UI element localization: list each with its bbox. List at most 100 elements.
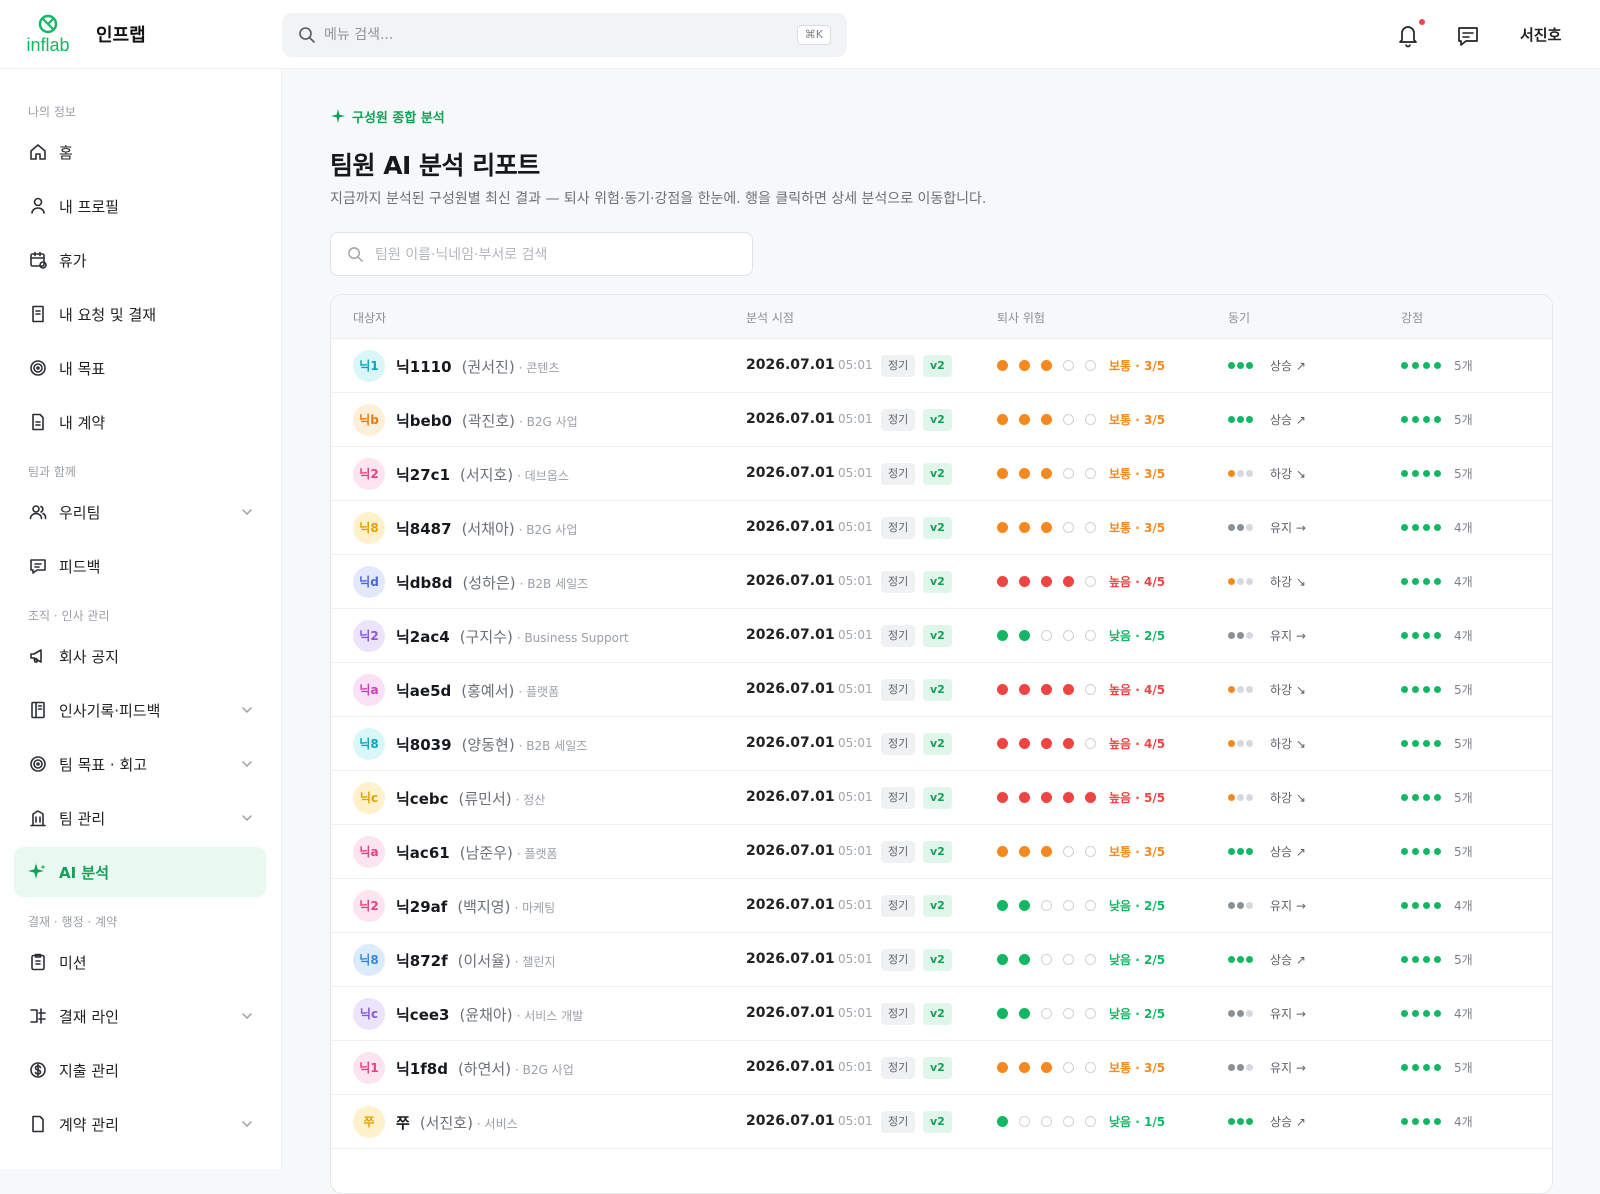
member-real-name: (백지영)	[457, 898, 511, 916]
risk-dot	[1085, 954, 1096, 965]
chevron-down-icon[interactable]	[240, 1117, 254, 1131]
risk-dot	[1041, 954, 1052, 965]
table-row[interactable]: 닉1 닉1f8d (하연서) · B2G 사업 2026.07.01 05:01 정기 v2 보…	[331, 1041, 1552, 1095]
risk-dot	[1019, 684, 1030, 695]
table-row[interactable]: 닉d 닉db8d (성하은) · B2B 세일즈 2026.07.01 05:01 정기 v2…	[331, 555, 1552, 609]
risk-dot	[1041, 630, 1052, 641]
table-row[interactable]: 닉a 닉ac61 (남준우) · 플랫폼 2026.07.01 05:01 정기 v2 보통 ·…	[331, 825, 1552, 879]
table-row[interactable]: 닉2 닉27c1 (서지호) · 데브옵스 2026.07.01 05:01 정기 v2 보통 …	[331, 447, 1552, 501]
sidebar-item[interactable]: 미션	[14, 937, 266, 987]
sidebar-item[interactable]: 계약 관리	[14, 1099, 266, 1149]
sidebar-item[interactable]: 팀 목표 · 회고	[14, 739, 266, 789]
strength-dot	[1434, 1010, 1441, 1017]
table-row[interactable]: 쭈 쭈 (서진호) · 서비스 2026.07.01 05:01 정기 v2 낮음 · 1/5 상…	[331, 1095, 1552, 1149]
risk-dot	[1063, 468, 1074, 479]
motivation-dot	[1246, 578, 1253, 585]
menu-search-bar[interactable]: ⌘K	[282, 13, 847, 57]
member-nickname: 닉8487	[396, 520, 452, 538]
table-row[interactable]: 닉8 닉8039 (양동현) · B2B 세일즈 2026.07.01 05:01 정기 v2…	[331, 717, 1552, 771]
analysis-type-badge: 정기	[881, 1111, 916, 1133]
motivation-dot	[1246, 956, 1253, 963]
sidebar-item[interactable]: 내 계약	[14, 397, 266, 447]
member-search-input[interactable]	[375, 243, 735, 267]
analysis-time: 05:01	[838, 520, 873, 534]
sidebar-item[interactable]: 내 프로필	[14, 181, 266, 231]
chevron-down-icon[interactable]	[240, 757, 254, 771]
bell-icon[interactable]	[1396, 22, 1420, 48]
strength-dot	[1434, 632, 1441, 639]
message-icon[interactable]	[1456, 24, 1480, 48]
risk-dot	[1085, 630, 1096, 641]
strength-count: 5개	[1454, 1061, 1473, 1075]
risk-level-dots	[997, 846, 1107, 858]
risk-dot	[1085, 360, 1096, 371]
sidebar-item-label: 휴가	[59, 252, 87, 270]
strength-dot	[1423, 1118, 1430, 1125]
version-badge: v2	[923, 1003, 952, 1025]
sidebar-item[interactable]: 팀 관리	[14, 793, 266, 843]
strength-count: 4개	[1454, 629, 1473, 643]
column-header-risk[interactable]: 퇴사 위험	[997, 309, 1045, 326]
version-badge: v2	[923, 625, 952, 647]
chevron-down-icon[interactable]	[240, 1009, 254, 1023]
motivation-label: 유지 →	[1270, 1007, 1306, 1021]
strength-count: 5개	[1454, 791, 1473, 805]
sidebar-item[interactable]: 결재 라인	[14, 991, 266, 1041]
strength-dot	[1401, 848, 1408, 855]
chevron-down-icon[interactable]	[240, 703, 254, 717]
inflab-logo[interactable]: inflab	[22, 14, 74, 56]
table-row[interactable]: 닉2 닉29af (백지영) · 마케팅 2026.07.01 05:01 정기 v2 낮음 ·…	[331, 879, 1552, 933]
member-search-bar[interactable]	[330, 232, 753, 276]
member-real-name: (양동현)	[461, 736, 515, 754]
chevron-down-icon[interactable]	[240, 811, 254, 825]
menu-search-input[interactable]	[324, 23, 754, 47]
sidebar-item[interactable]: 내 요청 및 결재	[14, 289, 266, 339]
version-badge: v2	[923, 571, 952, 593]
sidebar-item[interactable]: 휴가	[14, 235, 266, 285]
chevron-down-icon[interactable]	[240, 505, 254, 519]
table-row[interactable]: 닉2 닉2ac4 (구지수) · Business Support 2026.07.01…	[331, 609, 1552, 663]
risk-label: 낮음 · 1/5	[1109, 1115, 1166, 1129]
member-department: · 플랫폼	[518, 685, 560, 699]
sidebar-item[interactable]: 회사 공지	[14, 631, 266, 681]
table-row[interactable]: 닉8 닉872f (이서율) · 챌린지 2026.07.01 05:01 정기 v2 낮음 ·…	[331, 933, 1552, 987]
member-real-name: (서지호)	[460, 466, 514, 484]
motivation-dot	[1228, 416, 1235, 423]
table-row[interactable]: 닉b 닉beb0 (곽진호) · B2G 사업 2026.07.01 05:01 정기 v2 보…	[331, 393, 1552, 447]
shortcut-badge: ⌘K	[796, 25, 831, 45]
risk-label: 낮음 · 2/5	[1109, 953, 1166, 967]
motivation-dot	[1246, 848, 1253, 855]
column-header-strength[interactable]: 강점	[1401, 309, 1423, 326]
sidebar-item[interactable]: 홈	[14, 127, 266, 177]
motivation-dot	[1237, 956, 1244, 963]
column-header-date[interactable]: 분석 시점	[746, 309, 794, 326]
strength-dot	[1401, 470, 1408, 477]
table-row[interactable]: 닉c 닉cebc (류민서) · 정산 2026.07.01 05:01 정기 v2 높음 · …	[331, 771, 1552, 825]
motivation-dot	[1228, 956, 1235, 963]
sidebar-item[interactable]: AI 분석	[14, 847, 266, 897]
table-row[interactable]: 닉c 닉cee3 (윤채아) · 서비스 개발 2026.07.01 05:01 정기 v2 낮…	[331, 987, 1552, 1041]
sidebar-item[interactable]: 내 목표	[14, 343, 266, 393]
risk-level-dots	[997, 414, 1107, 426]
motivation-dots	[1228, 740, 1260, 748]
risk-dot	[1063, 954, 1074, 965]
column-header-target[interactable]: 대상자	[353, 309, 386, 326]
table-row[interactable]: 닉8 닉8487 (서채아) · B2G 사업 2026.07.01 05:01 정기 v2 보…	[331, 501, 1552, 555]
table-row[interactable]: 닉1 닉1110 (권서진) · 콘텐츠 2026.07.01 05:01 정기 v2 보통 ·…	[331, 339, 1552, 393]
analysis-date: 2026.07.01	[746, 789, 835, 805]
table-row[interactable]: 닉a 닉ae5d (홍예서) · 플랫폼 2026.07.01 05:01 정기 v2 높음 ·…	[331, 663, 1552, 717]
sidebar-item[interactable]: 인사기록·피드백	[14, 685, 266, 735]
sidebar-item[interactable]: 지출 관리	[14, 1045, 266, 1095]
member-name: 쭈 (서진호) · 서비스	[396, 1112, 518, 1133]
strength-dots	[1401, 686, 1445, 694]
column-header-motivation[interactable]: 동기	[1228, 309, 1250, 326]
sidebar-item[interactable]: 우리팀	[14, 487, 266, 537]
risk-dot	[1019, 846, 1030, 857]
avatar: 닉8	[353, 944, 385, 976]
sidebar-item[interactable]: 피드백	[14, 541, 266, 591]
sidebar-item-label: 지출 관리	[59, 1062, 119, 1080]
motivation-dot	[1237, 470, 1244, 477]
user-menu[interactable]: 서진호	[1520, 24, 1561, 45]
risk-dot	[1063, 360, 1074, 371]
analysis-date: 2026.07.01	[746, 1113, 835, 1129]
